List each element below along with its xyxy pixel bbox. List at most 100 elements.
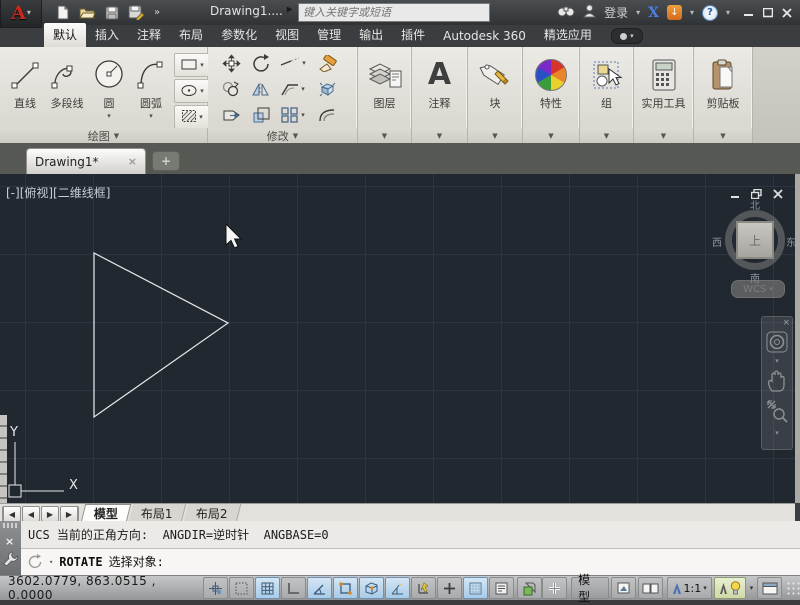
viewcube[interactable]: 北 西 东 南 上 <box>723 208 787 272</box>
prev-layout-button[interactable]: ◀ <box>22 506 40 522</box>
new-drawing-tab-button[interactable]: + <box>152 151 180 171</box>
command-customize-wrench-icon[interactable] <box>3 551 18 567</box>
ribbon-tab-parametric[interactable]: 参数化 <box>212 23 266 47</box>
object-snap-toggle[interactable] <box>333 577 358 599</box>
infer-constraints-toggle[interactable] <box>203 577 228 599</box>
arc-dropdown-icon[interactable]: ▾ <box>149 112 153 120</box>
scale-button[interactable] <box>253 107 270 123</box>
copy-button[interactable] <box>222 81 240 97</box>
array-button[interactable]: ▾ <box>281 107 305 123</box>
search-input[interactable] <box>298 3 490 22</box>
user-icon[interactable] <box>583 3 596 22</box>
drawing-canvas[interactable]: [-][俯视][二维线框] Y X 北 西 东 南 上 WCS▾ × <box>0 174 800 503</box>
annotation-scale-button[interactable]: 1:1 ▾ <box>667 577 712 599</box>
grid-display-toggle[interactable] <box>255 577 280 599</box>
circle-tool-button[interactable]: 圆 ▾ <box>88 47 130 127</box>
stretch-button[interactable] <box>222 108 241 123</box>
sign-in-link[interactable]: 登录 <box>604 4 628 21</box>
quick-view-layouts-button[interactable] <box>611 577 636 599</box>
clipboard-panel-flyout[interactable]: ▼ <box>694 128 752 143</box>
fillet-dropdown-icon[interactable]: ▾ <box>301 85 305 93</box>
exchange-apps-icon[interactable]: X <box>648 5 659 21</box>
open-file-icon[interactable] <box>79 6 96 20</box>
viewcube-north-label[interactable]: 北 <box>750 197 760 212</box>
layers-button[interactable]: 图层 <box>358 47 411 127</box>
properties-panel-flyout[interactable]: ▼ <box>523 128 579 143</box>
viewcube-east-label[interactable]: 东 <box>786 234 796 249</box>
erase-button[interactable] <box>318 55 337 72</box>
move-button[interactable] <box>222 54 241 73</box>
command-line-grip[interactable]: × <box>0 521 21 575</box>
clipboard-button[interactable]: 剪贴板 <box>694 47 752 127</box>
annotation-monitor-toggle[interactable] <box>542 577 567 599</box>
rectangle-tool-button[interactable]: ▾ <box>174 53 210 77</box>
recent-commands-caret-icon[interactable]: ▾ <box>49 558 53 566</box>
transparency-toggle[interactable] <box>463 577 488 599</box>
steering-wheel-icon[interactable] <box>765 331 789 353</box>
trim-dropdown-icon[interactable]: ▾ <box>302 59 306 67</box>
group-button[interactable]: 组 <box>580 47 633 127</box>
circle-dropdown-icon[interactable]: ▾ <box>107 112 111 120</box>
quick-properties-toggle[interactable] <box>489 577 514 599</box>
polyline-tool-button[interactable]: 多段线 <box>46 47 88 127</box>
clean-screen-grip-icon[interactable] <box>786 581 800 595</box>
dynamic-input-toggle[interactable] <box>437 577 462 599</box>
command-drag-dots-icon[interactable] <box>3 523 17 528</box>
ribbon-tab-featured-apps[interactable]: 精选应用 <box>535 23 601 47</box>
navbar-wheel-caret-icon[interactable]: ▾ <box>765 357 789 365</box>
layers-panel-flyout[interactable]: ▼ <box>358 128 411 143</box>
help-icon[interactable]: ? <box>702 5 718 21</box>
application-status-menu-button[interactable] <box>757 577 782 599</box>
3d-object-snap-toggle[interactable] <box>359 577 384 599</box>
trim-button[interactable]: ▾ <box>280 57 306 69</box>
navbar-zoom-caret-icon[interactable]: ▾ <box>765 429 789 437</box>
file-tab-drawing1[interactable]: Drawing1* × <box>26 148 146 174</box>
command-close-icon[interactable]: × <box>5 535 14 548</box>
pan-hand-icon[interactable] <box>765 369 789 393</box>
last-layout-button[interactable]: ▶ <box>60 506 79 522</box>
modify-panel-title[interactable]: 修改▼ <box>208 128 357 143</box>
save-as-icon[interactable] <box>128 5 145 20</box>
minimize-button[interactable] <box>744 8 754 17</box>
explode-button[interactable] <box>318 81 337 98</box>
file-tab-close-icon[interactable]: × <box>128 155 137 168</box>
model-tab[interactable]: 模型 <box>81 504 132 522</box>
search-binoculars-icon[interactable] <box>557 3 575 22</box>
polar-tracking-toggle[interactable] <box>307 577 332 599</box>
navigation-bar[interactable]: × ▾ ▾ <box>761 316 793 450</box>
application-menu-button[interactable]: A ▾ <box>0 0 42 28</box>
ribbon-tab-plugins[interactable]: 插件 <box>392 23 434 47</box>
annotation-button[interactable]: A 注释 <box>412 47 467 127</box>
command-prompt-line[interactable]: ▾ ROTATE 选择对象: <box>21 549 800 576</box>
qat-expand-icon[interactable]: » <box>154 7 158 18</box>
mirror-button[interactable] <box>252 81 270 97</box>
group-panel-flyout[interactable]: ▼ <box>580 128 633 143</box>
sign-in-caret-icon[interactable]: ▾ <box>636 8 640 17</box>
ellipse-tool-button[interactable]: ▾ <box>174 79 210 103</box>
layout1-tab[interactable]: 布局1 <box>129 504 186 522</box>
block-panel-flyout[interactable]: ▼ <box>468 128 522 143</box>
ribbon-tab-home[interactable]: 默认 <box>44 23 86 47</box>
help-caret-icon[interactable]: ▾ <box>726 8 730 17</box>
first-layout-button[interactable]: ◀ <box>2 506 21 522</box>
fillet-button[interactable]: ▾ <box>281 82 305 96</box>
object-snap-tracking-toggle[interactable] <box>385 577 410 599</box>
model-space-button[interactable]: 模型 <box>571 577 609 599</box>
annotation-panel-flyout[interactable]: ▼ <box>412 128 467 143</box>
wcs-menu-button[interactable]: WCS▾ <box>731 280 785 298</box>
hatch-tool-button[interactable]: ▾ <box>174 105 210 129</box>
annotation-visibility-button[interactable] <box>714 577 746 599</box>
line-tool-button[interactable]: 直线 <box>4 47 46 127</box>
ribbon-minimize-button[interactable]: ▾ <box>611 28 643 44</box>
coordinates-readout[interactable]: 3602.0779, 863.0515 , 0.0000 <box>8 574 197 602</box>
viewcube-west-label[interactable]: 西 <box>712 234 722 249</box>
ribbon-tab-insert[interactable]: 插入 <box>86 23 128 47</box>
ribbon-tab-manage[interactable]: 管理 <box>308 23 350 47</box>
layout2-tab[interactable]: 布局2 <box>183 504 240 522</box>
array-dropdown-icon[interactable]: ▾ <box>301 111 305 119</box>
ortho-mode-toggle[interactable] <box>281 577 306 599</box>
ribbon-tab-annotate[interactable]: 注释 <box>128 23 170 47</box>
selection-cycling-toggle[interactable] <box>517 577 542 599</box>
properties-button[interactable]: 特性 <box>523 47 579 127</box>
snap-mode-toggle[interactable] <box>229 577 254 599</box>
